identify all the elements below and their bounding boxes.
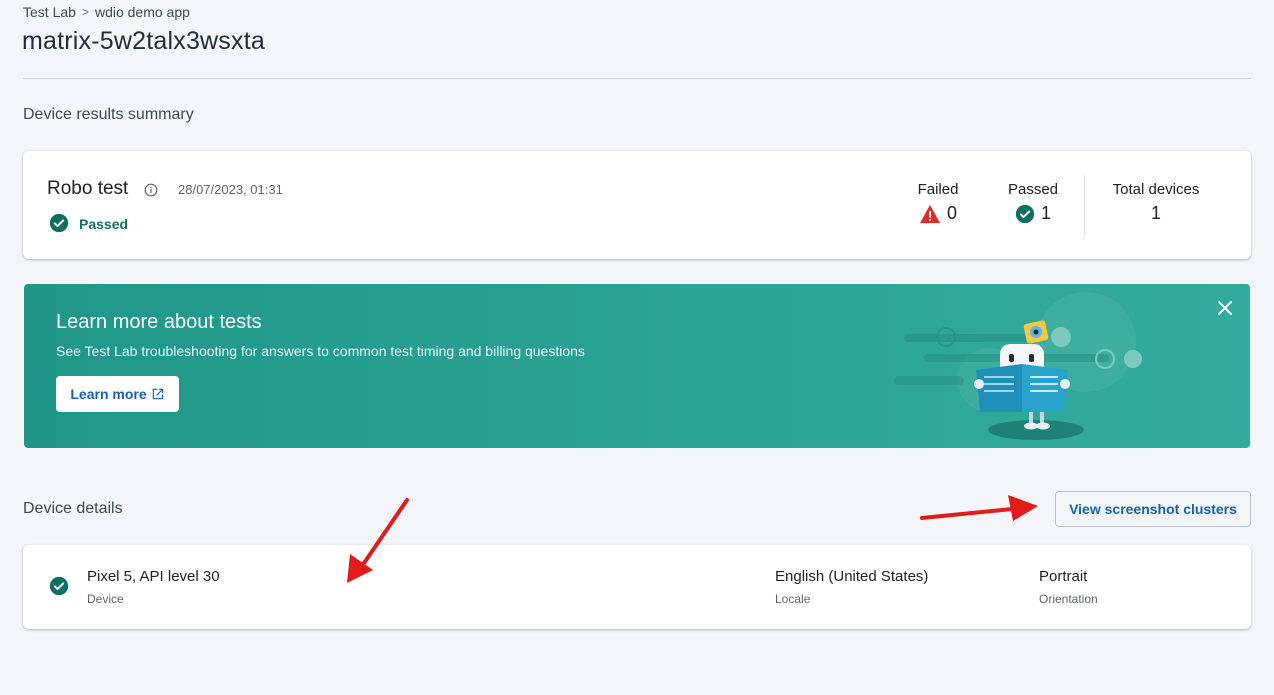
failed-label: Failed	[917, 181, 959, 198]
details-section-title: Device details	[23, 500, 123, 517]
test-timestamp: 28/07/2023, 01:31	[178, 182, 283, 197]
close-icon[interactable]	[1217, 300, 1233, 316]
total-label: Total devices	[1112, 181, 1200, 198]
warning-icon	[919, 204, 940, 223]
annotation-arrow-right	[920, 495, 1038, 521]
failed-count: 0	[946, 203, 957, 223]
header-divider	[23, 78, 1251, 79]
banner-text: See Test Lab troubleshooting for answers…	[56, 343, 585, 359]
learn-more-banner: Learn more about tests See Test Lab trou…	[24, 284, 1250, 448]
learn-more-button[interactable]: Learn more	[56, 376, 179, 412]
check-circle-icon	[1015, 204, 1035, 223]
stat-divider	[1084, 175, 1085, 235]
orientation-caption: Orientation	[1039, 592, 1098, 606]
failed-stat: Failed 0	[903, 181, 973, 224]
view-screenshot-clusters-button[interactable]: View screenshot clusters	[1055, 491, 1251, 527]
device-orientation: Portrait	[1039, 568, 1088, 585]
total-devices-stat: Total devices 1	[1103, 181, 1209, 224]
check-circle-icon	[49, 213, 69, 233]
summary-section-title: Device results summary	[23, 106, 194, 123]
check-circle-icon	[49, 576, 69, 596]
passed-stat: Passed 1	[998, 181, 1068, 224]
summary-card: Robo test 28/07/2023, 01:31 Passed Faile…	[23, 151, 1251, 259]
locale-caption: Locale	[775, 592, 811, 606]
page-title: matrix-5w2talx3wsxta	[22, 27, 265, 55]
learn-more-label: Learn more	[70, 386, 147, 402]
device-row[interactable]: Pixel 5, API level 30 Device English (Un…	[23, 545, 1251, 629]
breadcrumb-app[interactable]: wdio demo app	[95, 4, 190, 20]
test-name: Robo test	[47, 178, 129, 199]
info-icon[interactable]	[144, 183, 158, 197]
status-badge: Passed	[79, 216, 129, 232]
banner-title: Learn more about tests	[56, 311, 262, 333]
total-count: 1	[1150, 203, 1161, 223]
breadcrumb: Test Lab > wdio demo app	[23, 4, 190, 20]
breadcrumb-separator: >	[81, 5, 89, 19]
passed-count: 1	[1040, 203, 1051, 223]
device-caption: Device	[87, 592, 124, 606]
robot-reading-illustration	[894, 292, 1142, 440]
device-locale: English (United States)	[775, 568, 929, 585]
breadcrumb-test-lab[interactable]: Test Lab	[23, 4, 76, 20]
passed-label: Passed	[1007, 181, 1059, 198]
device-name: Pixel 5, API level 30	[87, 568, 220, 585]
open-in-new-icon	[152, 388, 163, 400]
